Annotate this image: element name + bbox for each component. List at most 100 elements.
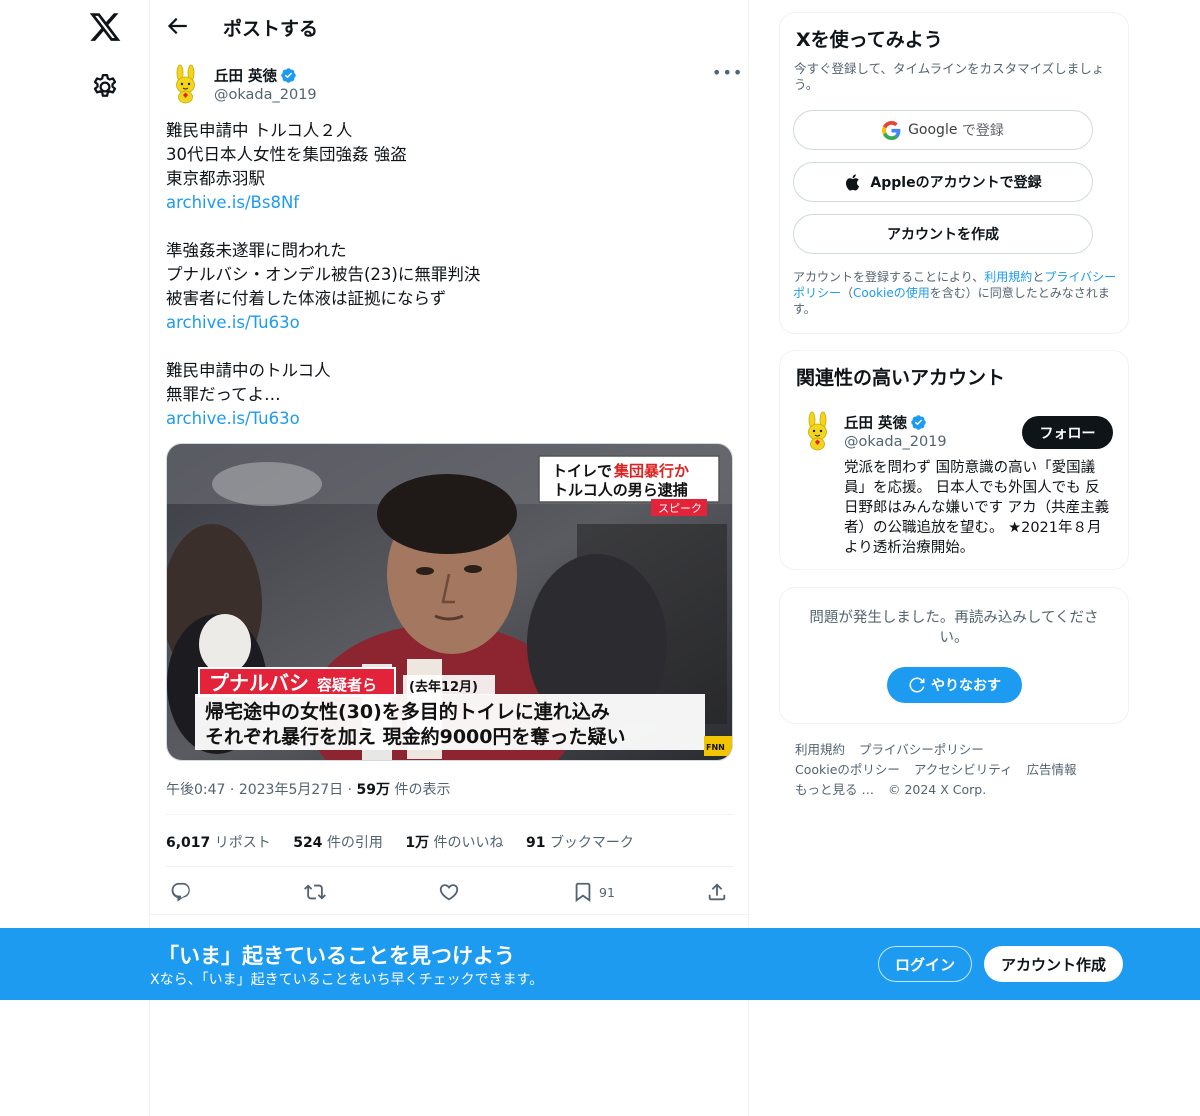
quotes-stat[interactable]: 524 件の引用 [293,835,383,851]
google-signup-button[interactable]: Google で登録 [793,110,1093,150]
repost-icon [304,884,326,900]
google-signup-label: で登録 [961,123,1004,139]
related-accounts-card: 関連性の高いアカウント 丘田 英徳 @okada_2019 フォロー 党派を問わ… [779,350,1129,570]
related-handle[interactable]: @okada_2019 [844,434,947,450]
settings-gear-icon[interactable] [90,72,120,102]
author-name[interactable]: 丘田 英徳 [214,65,297,86]
footer-terms-link[interactable]: 利用規約 [795,742,845,757]
tweet-author: 丘田 英徳 @okada_2019 ••• [166,64,742,112]
tweet-time[interactable]: 午後0:47 [166,782,225,798]
related-name[interactable]: 丘田 英徳 [844,412,927,433]
google-icon [882,120,901,140]
tweet-meta: 午後0:47 · 2023年5月27日 · 59万 件の表示 [166,779,450,799]
more-options-icon[interactable]: ••• [712,64,742,88]
tweet-line-gap [166,335,736,359]
cookie-link[interactable]: Cookieの使用 [853,286,930,300]
signup-card-subtitle: 今すぐ登録して、タイムラインをカスタマイズしましょう。 [794,61,1105,92]
tweet-text: 難民申請中 トルコ人２人 30代日本人女性を集団強姦 強盗 東京都赤羽駅 arc… [166,119,736,431]
meta-separator: · [229,782,235,798]
views-count: 59万 [356,782,391,798]
reply-icon [171,882,190,902]
caption-name-b: 容疑者ら [316,676,377,694]
create-account-button[interactable]: アカウントを作成 [793,214,1093,254]
bookmark-button[interactable]: 91 [572,880,615,904]
footer-ads-link[interactable]: 広告情報 [1027,762,1077,777]
login-button[interactable]: ログイン [878,946,972,982]
terms-link[interactable]: 利用規約 [984,270,1032,284]
follow-button[interactable]: フォロー [1022,416,1113,449]
likes-stat[interactable]: 1万 件のいいね [405,835,503,851]
signup-card: Xを使ってみよう 今すぐ登録して、タイムラインをカスタマイズしましょう。 Goo… [779,12,1129,334]
footer-copyright: © 2024 X Corp. [887,782,987,797]
apple-icon [846,173,860,190]
divider [166,814,734,815]
tweet-line: 準強姦未遂罪に問われた [166,241,347,260]
apple-signup-label: Appleのアカウントで登録 [870,175,1042,191]
author-handle[interactable]: @okada_2019 [214,87,317,103]
share-icon [708,883,726,901]
caption-top-line1-b: 集団暴行か [613,462,689,480]
footer-more-link[interactable]: もっと見る … [795,782,874,797]
reposts-stat[interactable]: 6,017 リポスト [166,835,271,851]
divider [150,914,748,915]
page-title: ポストする [223,18,319,40]
related-bio: 党派を問わず 国防意識の高い「愛国議員」を応援。 日本人でも外国人でも 反日野郎… [844,460,1110,556]
signup-card-title: Xを使ってみよう [796,29,943,51]
top-bar: ポストする [150,0,750,54]
refresh-icon [909,677,925,693]
news-screenshot: トイレで 集団暴行か トルコ人の男ら逮捕 スピーク プナルバシ 容疑者ら (去年… [167,444,732,760]
tweet-date[interactable]: 2023年5月27日 [239,782,343,798]
google-brand: Google [908,122,958,138]
views-label: 件の表示 [394,782,451,798]
tweet-stats: 6,017 リポスト 524 件の引用 1万 件のいいね 91 ブックマーク [166,832,652,852]
caption-date: (去年12月) [409,679,478,695]
footer-privacy-link[interactable]: プライバシーポリシー [859,742,984,757]
heart-icon [439,884,459,901]
footer-cookie-link[interactable]: Cookieのポリシー [795,762,900,777]
related-card-title: 関連性の高いアカウント [796,367,1006,389]
error-message: 問題が発生しました。再読み込みしてください。 [809,610,1099,646]
tweet-line-gap [166,215,736,239]
share-button[interactable] [706,880,728,904]
caption-speak: スピーク [658,502,702,515]
caption-top-line2: トルコ人の男ら逮捕 [553,481,688,499]
footer-accessibility-link[interactable]: アクセシビリティ [914,762,1013,777]
related-avatar[interactable] [798,411,838,451]
tweet-line: 東京都赤羽駅 [166,169,265,188]
like-button[interactable] [438,880,460,904]
tweet-line: 難民申請中 トルコ人２人 [166,121,353,140]
bookmark-count: 91 [599,884,615,900]
tweet-media-image[interactable]: トイレで 集団暴行か トルコ人の男ら逮捕 スピーク プナルバシ 容疑者ら (去年… [166,443,733,761]
banner-title: 「いま」起きていることを見つけよう [158,944,515,968]
author-avatar[interactable] [166,64,206,104]
error-card: 問題が発生しました。再読み込みしてください。 やりなおす [779,587,1129,724]
caption-name-a: プナルバシ [209,671,309,695]
retry-button[interactable]: やりなおす [887,667,1022,703]
caption-top-line1-a: トイレで [552,462,612,480]
tweet-line: 無罪だってよ… [166,385,281,404]
verified-badge-icon [911,415,926,430]
tweet-line: 難民申請中のトルコ人 [166,361,331,380]
create-account-label: アカウントを作成 [887,227,999,243]
caption-bottom-line1: 帰宅途中の女性(30)を多目的トイレに連れ込み [205,700,610,723]
bottom-signup-banner: 「いま」起きていることを見つけよう Xなら、「いま」起きていることをいち早くチェ… [0,928,1200,1000]
tweet-line: プナルバシ・オンデル被告(23)に無罪判決 [166,265,481,284]
caption-bottom-line2: それぞれ暴行を加え 現金約9000円を奪った疑い [205,725,626,748]
repost-button[interactable] [304,880,326,904]
tweet-link[interactable]: archive.is/Tu63o [166,311,736,335]
retry-label: やりなおす [931,678,1001,694]
apple-signup-button[interactable]: Appleのアカウントで登録 [793,162,1093,202]
fnn-logo: FNN [706,743,725,752]
reply-button[interactable] [170,880,192,904]
signup-button[interactable]: アカウント作成 [984,946,1123,982]
divider [166,866,734,867]
x-logo-icon[interactable] [88,10,122,44]
banner-subtitle: Xなら、「いま」起きていることをいち早くチェックできます。 [150,972,544,988]
tweet-link[interactable]: archive.is/Tu63o [166,407,736,431]
back-arrow-icon[interactable] [164,13,190,39]
bookmarks-stat[interactable]: 91 ブックマーク [526,835,634,851]
tweet-line: 30代日本人女性を集団強姦 強盗 [166,145,407,164]
verified-badge-icon [281,68,296,83]
tweet-link[interactable]: archive.is/Bs8Nf [166,191,736,215]
tweet-actions: 91 [166,876,734,908]
